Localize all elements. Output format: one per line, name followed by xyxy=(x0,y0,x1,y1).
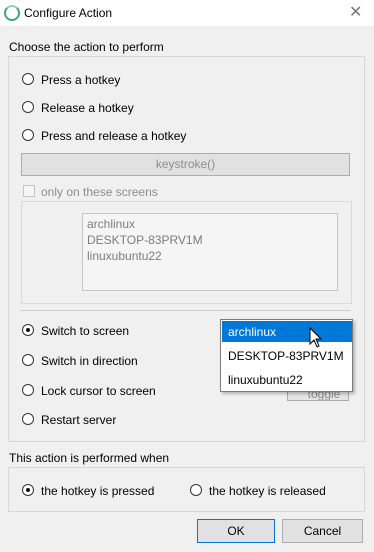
app-logo-icon xyxy=(4,5,20,21)
radio-hotkey-pressed-label: the hotkey is pressed xyxy=(41,484,155,498)
trigger-group-label: This action is performed when xyxy=(9,451,170,465)
radio-press-release-hotkey-label: Press and release a hotkey xyxy=(41,129,187,143)
radio-restart-server[interactable] xyxy=(22,413,34,425)
radio-release-hotkey[interactable] xyxy=(22,101,34,113)
radio-restart-server-label: Restart server xyxy=(41,413,117,427)
only-on-screens-checkbox[interactable] xyxy=(23,185,35,197)
radio-lock-cursor-label: Lock cursor to screen xyxy=(41,384,156,398)
action-group-label: Choose the action to perform xyxy=(9,40,164,54)
radio-switch-to-screen-label: Switch to screen xyxy=(41,324,130,338)
radio-press-hotkey-label: Press a hotkey xyxy=(41,73,121,87)
dropdown-option[interactable]: archlinux xyxy=(222,321,352,342)
cancel-button[interactable]: Cancel xyxy=(282,519,363,543)
window-title: Configure Action xyxy=(24,6,113,20)
radio-release-hotkey-label: Release a hotkey xyxy=(41,101,134,115)
close-icon[interactable]: ✕ xyxy=(349,2,362,22)
radio-switch-in-direction-label: Switch in direction xyxy=(41,354,138,368)
radio-press-release-hotkey[interactable] xyxy=(22,129,34,141)
separator xyxy=(20,310,350,311)
radio-hotkey-released-label: the hotkey is released xyxy=(209,484,326,498)
radio-hotkey-pressed[interactable] xyxy=(22,484,34,496)
dropdown-option[interactable]: linuxubuntu22 xyxy=(222,369,352,390)
screens-listbox[interactable]: archlinux DESKTOP-83PRV1M linuxubuntu22 xyxy=(82,213,338,291)
ok-button[interactable]: OK xyxy=(197,519,275,543)
screens-list-item[interactable]: linuxubuntu22 xyxy=(87,249,162,263)
radio-switch-in-direction[interactable] xyxy=(22,354,34,366)
screen-dropdown-list[interactable]: archlinux DESKTOP-83PRV1M linuxubuntu22 xyxy=(220,319,353,392)
radio-press-hotkey[interactable] xyxy=(22,73,34,85)
radio-lock-cursor[interactable] xyxy=(22,384,34,396)
keystroke-button[interactable]: keystroke() xyxy=(21,153,350,176)
mouse-pointer-icon xyxy=(309,327,323,348)
screens-list-item[interactable]: archlinux xyxy=(87,217,135,231)
dropdown-option[interactable]: DESKTOP-83PRV1M xyxy=(222,345,352,366)
screens-list-item[interactable]: DESKTOP-83PRV1M xyxy=(87,233,203,247)
only-on-screens-label: only on these screens xyxy=(41,185,158,199)
radio-switch-to-screen[interactable] xyxy=(22,324,34,336)
radio-hotkey-released[interactable] xyxy=(190,484,202,496)
